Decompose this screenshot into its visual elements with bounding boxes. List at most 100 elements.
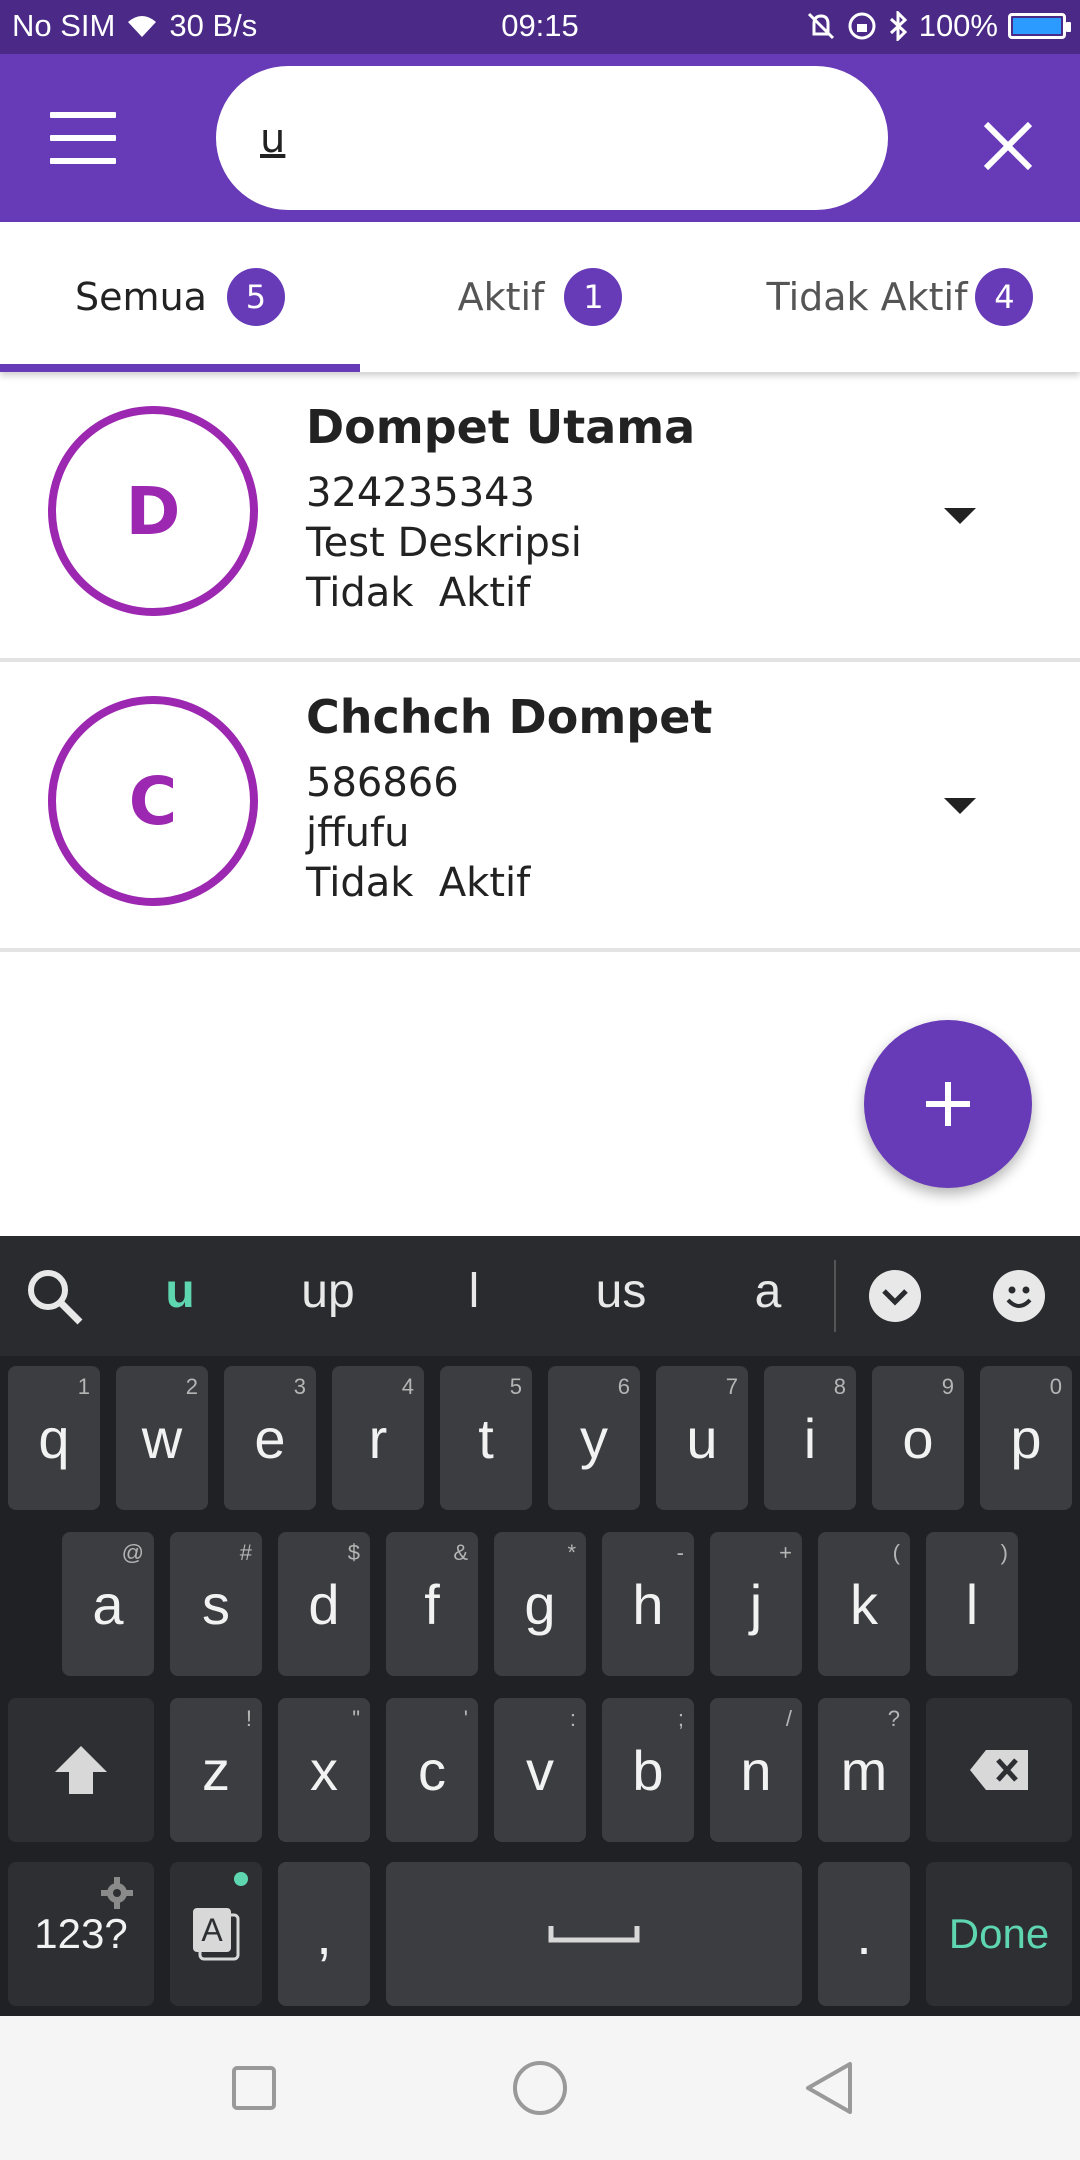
- search-icon-glyph: [28, 1270, 83, 1325]
- key-z[interactable]: ! z: [170, 1698, 262, 1842]
- key-j[interactable]: + j: [710, 1532, 802, 1676]
- key-hint: $: [347, 1540, 360, 1565]
- key-label: v: [526, 1738, 554, 1802]
- key-h[interactable]: -h: [602, 1532, 694, 1676]
- key-i[interactable]: 8i: [764, 1366, 856, 1510]
- suggestion[interactable]: up: [268, 1264, 388, 1328]
- space-key[interactable]: [386, 1862, 802, 2006]
- count-badge: 5: [226, 268, 285, 326]
- key-label: t: [478, 1406, 494, 1470]
- tab-label: Tidak Aktif: [766, 275, 968, 319]
- key-hint: -: [676, 1540, 684, 1565]
- done-key[interactable]: Done: [926, 1862, 1072, 2006]
- avatar: D: [48, 406, 258, 616]
- filter-tabs: Semua 5 Aktif 1 Tidak Aktif 4: [0, 222, 1080, 372]
- key-m[interactable]: ? m: [818, 1698, 910, 1842]
- period-key[interactable]: .: [818, 1862, 910, 2006]
- battery-percent: 100%: [918, 8, 998, 43]
- search-input[interactable]: [260, 104, 840, 174]
- key-f[interactable]: & f: [386, 1532, 478, 1676]
- key-y[interactable]: 6y: [548, 1366, 640, 1510]
- language-key[interactable]: A: [170, 1862, 262, 2006]
- key-hint: 6: [617, 1374, 630, 1399]
- key-l[interactable]: ) l: [926, 1532, 1018, 1676]
- comma-key[interactable]: ,: [278, 1862, 370, 2006]
- suggestion[interactable]: a: [708, 1264, 828, 1328]
- key-c[interactable]: ' c: [386, 1698, 478, 1842]
- battery-level: [1013, 18, 1061, 34]
- key-label: o: [902, 1406, 934, 1470]
- back-button[interactable]: [798, 2056, 862, 2120]
- menu-bar: [50, 112, 116, 118]
- collapse-keyboard-button[interactable]: [869, 1270, 921, 1322]
- home-button[interactable]: [508, 2056, 572, 2120]
- suggestion[interactable]: l: [414, 1264, 534, 1328]
- suggestion[interactable]: u: [120, 1264, 240, 1328]
- key-w[interactable]: 2w: [116, 1366, 208, 1510]
- suggestion-bar: u up l us a: [0, 1236, 1080, 1356]
- key-x[interactable]: " x: [278, 1698, 370, 1842]
- emoji-icon: [1006, 1286, 1032, 1308]
- close-icon-glyph: [983, 121, 1033, 171]
- wallet-status: Tidak Aktif: [306, 860, 531, 906]
- key-hint: ): [1000, 1540, 1008, 1565]
- vibrate-icon: [807, 12, 834, 40]
- system-nav-bar: [0, 2016, 1080, 2160]
- key-k[interactable]: (k: [818, 1532, 910, 1676]
- key-g[interactable]: * g: [494, 1532, 586, 1676]
- key-s[interactable]: # s: [170, 1532, 262, 1676]
- list-item[interactable]: D Dompet Utama 324235343 Test Deskripsi …: [0, 372, 1080, 662]
- add-wallet-button[interactable]: [864, 1020, 1032, 1188]
- status-bar: No SIM 30 B/s 09:15 100%: [0, 0, 1080, 54]
- key-hint: #: [239, 1540, 252, 1565]
- comma-key-label: ,: [316, 1902, 332, 1966]
- plus-icon: [926, 1082, 970, 1126]
- space-icon: [548, 1926, 640, 1943]
- avatar: C: [48, 696, 258, 906]
- status-right: 100%: [805, 8, 1071, 44]
- key-n[interactable]: / n: [710, 1698, 802, 1842]
- language-icon: A: [193, 1908, 240, 1961]
- key-label: w: [141, 1406, 183, 1470]
- tab-aktif[interactable]: Aktif 1: [360, 222, 720, 372]
- bluetooth-icon: [889, 11, 907, 41]
- numbers-key[interactable]: 123?: [8, 1862, 154, 2006]
- tab-semua[interactable]: Semua 5: [0, 222, 360, 372]
- key-hint: /: [785, 1706, 792, 1731]
- menu-icon[interactable]: [50, 112, 116, 164]
- suggestion[interactable]: us: [561, 1264, 681, 1328]
- chevron-down-icon[interactable]: [940, 494, 980, 534]
- search-icon[interactable]: [22, 1264, 86, 1328]
- chevron-down-icon[interactable]: [940, 784, 980, 824]
- emoji-button[interactable]: [993, 1270, 1045, 1322]
- chevron-down-icon: [882, 1289, 908, 1306]
- key-label: f: [424, 1572, 440, 1636]
- key-v[interactable]: :v: [494, 1698, 586, 1842]
- backspace-key[interactable]: [926, 1698, 1072, 1842]
- key-label: y: [580, 1406, 608, 1470]
- chevron-down-glyph: [944, 798, 976, 814]
- search-box: [216, 66, 888, 210]
- tab-tidak-aktif[interactable]: Tidak Aktif 4: [720, 222, 1080, 372]
- period-key-label: .: [856, 1902, 872, 1966]
- menu-bar: [50, 135, 116, 141]
- rotation-lock-icon: [848, 12, 876, 40]
- key-q[interactable]: 1q: [8, 1366, 100, 1510]
- key-e[interactable]: 3e: [224, 1366, 316, 1510]
- shift-key[interactable]: [8, 1698, 154, 1842]
- recents-button[interactable]: [222, 2056, 286, 2120]
- key-b[interactable]: ; b: [602, 1698, 694, 1842]
- list-item[interactable]: C Chchch Dompet 586866 jffufu Tidak Akti…: [0, 662, 1080, 952]
- key-r[interactable]: 4r: [332, 1366, 424, 1510]
- key-d[interactable]: $ d: [278, 1532, 370, 1676]
- key-hint: :: [569, 1706, 576, 1731]
- key-o[interactable]: 9o: [872, 1366, 964, 1510]
- close-icon[interactable]: [978, 116, 1038, 176]
- battery-icon: [1008, 13, 1071, 39]
- key-a[interactable]: @ a: [62, 1532, 154, 1676]
- key-p[interactable]: 0p: [980, 1366, 1072, 1510]
- key-label: c: [418, 1738, 446, 1802]
- key-t[interactable]: 5t: [440, 1366, 532, 1510]
- key-label: n: [740, 1738, 772, 1802]
- key-u[interactable]: 7u: [656, 1366, 748, 1510]
